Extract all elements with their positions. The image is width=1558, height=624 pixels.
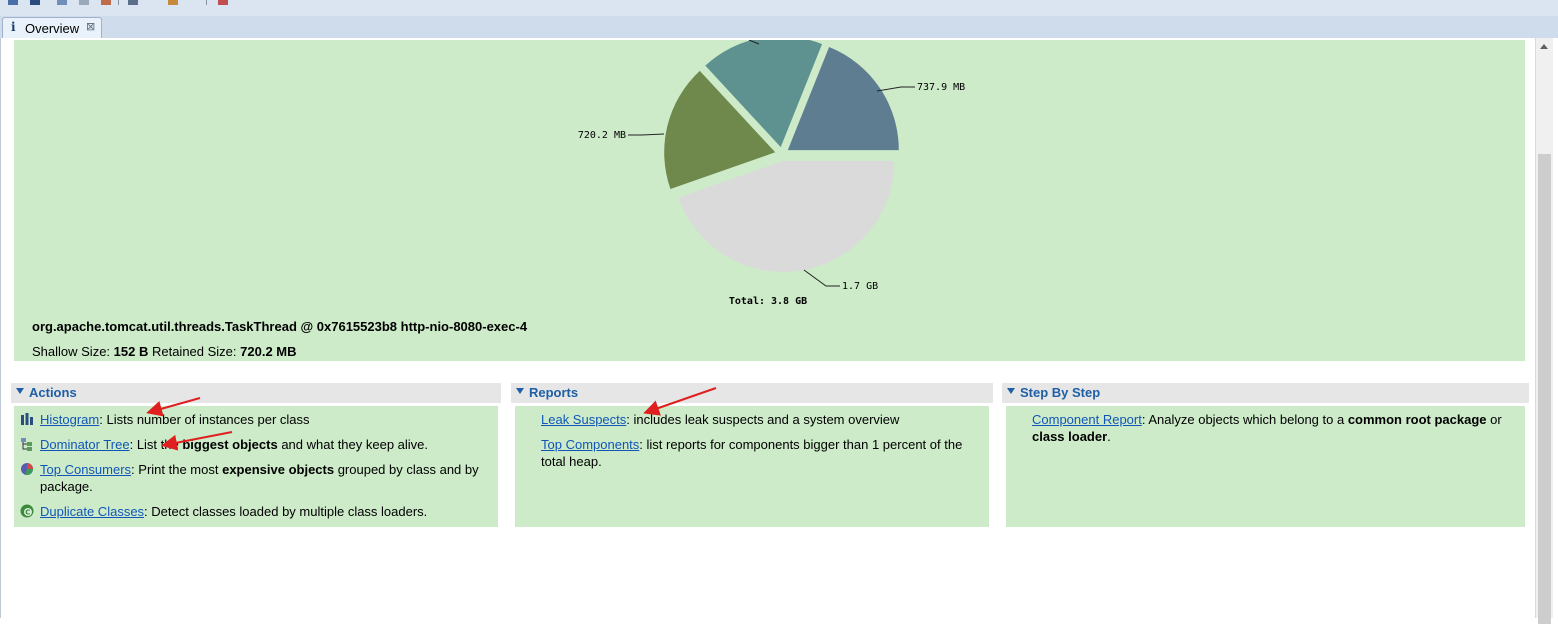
dominator-tree-desc-pre: : List the (129, 437, 183, 452)
top-components-link[interactable]: Top Components (541, 437, 639, 452)
leak-suspects-desc: : includes leak suspects and a system ov… (626, 412, 900, 427)
pie-total-label: Total: 3.8 GB (729, 296, 807, 307)
reports-section-body: Leak Suspects: includes leak suspects an… (515, 406, 989, 527)
toolbar-separator (206, 0, 207, 5)
leak-suspects-link[interactable]: Leak Suspects (541, 412, 626, 427)
action-dominator-tree: Dominator Tree: List the biggest objects… (21, 436, 490, 453)
heap-chart-panel: 737.9 MB 720.2 MB 1.7 GB Total: 3.8 GB org.… (14, 40, 1525, 361)
object-size-line: Shallow Size: 152 B Retained Size: 720.2… (32, 344, 297, 359)
shallow-size-value: 152 B (113, 344, 149, 359)
component-report-desc-post2: . (1107, 429, 1111, 444)
component-report-link[interactable]: Component Report (1032, 412, 1142, 427)
heap-pie-chart: 737.9 MB 720.2 MB 1.7 GB Total: 3.8 GB (578, 40, 965, 307)
histogram-desc: : Lists number of instances per class (99, 412, 310, 427)
chevron-down-icon[interactable] (16, 388, 24, 394)
pie-slice-label: 1.7 GB (842, 281, 878, 292)
reports-section-header[interactable]: Reports (511, 383, 993, 403)
close-icon[interactable]: ⊠ (86, 20, 95, 33)
scrollbar-thumb[interactable] (1538, 154, 1551, 624)
report-leak-suspects: Leak Suspects: includes leak suspects an… (541, 411, 986, 428)
toolbar-report-icon[interactable] (128, 0, 138, 5)
toolbar-search-icon[interactable] (218, 0, 228, 5)
scroll-up-icon[interactable] (1540, 44, 1548, 49)
chevron-down-icon[interactable] (1007, 388, 1015, 394)
svg-text:C: C (25, 509, 30, 517)
pie-slice-label: 737.9 MB (917, 82, 965, 93)
pie-slice-label: 720.2 MB (578, 130, 626, 141)
component-report-desc-bold: common root package (1347, 412, 1487, 427)
top-consumers-icon (21, 463, 34, 476)
actions-title: Actions (29, 385, 77, 400)
action-top-consumers: Top Consumers: Print the most expensive … (21, 461, 490, 495)
retained-size-value: 720.2 MB (240, 344, 297, 359)
tab-overview[interactable]: i Overview ⊠ (2, 17, 102, 38)
pie-leader-line (876, 86, 915, 92)
dominator-tree-icon (21, 438, 32, 451)
tab-overview-label: Overview (25, 21, 80, 36)
selected-thread-name: org.apache.tomcat.util.threads.TaskThrea… (32, 319, 528, 334)
actions-section-header[interactable]: Actions (11, 383, 501, 403)
top-consumers-desc-bold: expensive objects (222, 462, 335, 477)
toolbar-separator (118, 0, 119, 5)
actions-section-body: Histogram: Lists number of instances per… (14, 406, 498, 527)
top-consumers-desc-pre: : Print the most (131, 462, 223, 477)
step-component-report: Component Report: Analyze objects which … (1032, 411, 1512, 445)
top-consumers-link[interactable]: Top Consumers (40, 462, 131, 477)
dominator-tree-link[interactable]: Dominator Tree (40, 437, 130, 452)
shallow-size-label: Shallow Size: (32, 344, 114, 359)
component-report-desc-post: or (1486, 412, 1502, 427)
chevron-down-icon[interactable] (516, 388, 524, 394)
histogram-link[interactable]: Histogram (40, 412, 99, 427)
retained-size-label: Retained Size: (148, 344, 241, 359)
toolbar-query-icon[interactable] (79, 0, 89, 5)
stepbystep-title: Step By Step (1020, 385, 1101, 400)
stepbystep-section-header[interactable]: Step By Step (1002, 383, 1529, 403)
component-report-desc-bold2: class loader (1032, 429, 1108, 444)
pie-leader-line (803, 269, 840, 287)
action-duplicate-classes: C Duplicate Classes: Detect classes load… (20, 503, 490, 520)
toolbar (0, 0, 1558, 17)
duplicate-classes-link[interactable]: Duplicate Classes (40, 504, 144, 519)
editor-tabstrip: i Overview ⊠ (0, 16, 1558, 39)
action-histogram: Histogram: Lists number of instances per… (21, 411, 490, 428)
toolbar-dominator-icon[interactable] (57, 0, 67, 5)
toolbar-oql-icon[interactable] (101, 0, 111, 5)
dominator-tree-desc-bold: biggest objects (182, 437, 278, 452)
toolbar-histogram-icon[interactable] (30, 0, 40, 5)
histogram-icon (21, 413, 33, 425)
info-icon: i (11, 20, 16, 34)
vertical-scrollbar[interactable] (1535, 38, 1553, 624)
report-top-components: Top Components: list reports for compone… (541, 436, 986, 470)
dominator-tree-desc-post: and what they keep alive. (277, 437, 429, 452)
duplicate-classes-icon: C (20, 504, 34, 518)
duplicate-classes-desc: : Detect classes loaded by multiple clas… (144, 504, 428, 519)
pie-leader-line (628, 133, 665, 136)
toolbar-settings-icon[interactable] (168, 0, 178, 5)
pie-slice[interactable] (678, 160, 895, 272)
toolbar-back-icon[interactable] (8, 0, 18, 5)
component-report-desc-pre: : Analyze objects which belong to a (1141, 412, 1348, 427)
stepbystep-section-body: Component Report: Analyze objects which … (1006, 406, 1525, 527)
overview-content: 737.9 MB 720.2 MB 1.7 GB Total: 3.8 GB org.… (0, 38, 1558, 624)
reports-title: Reports (529, 385, 579, 400)
